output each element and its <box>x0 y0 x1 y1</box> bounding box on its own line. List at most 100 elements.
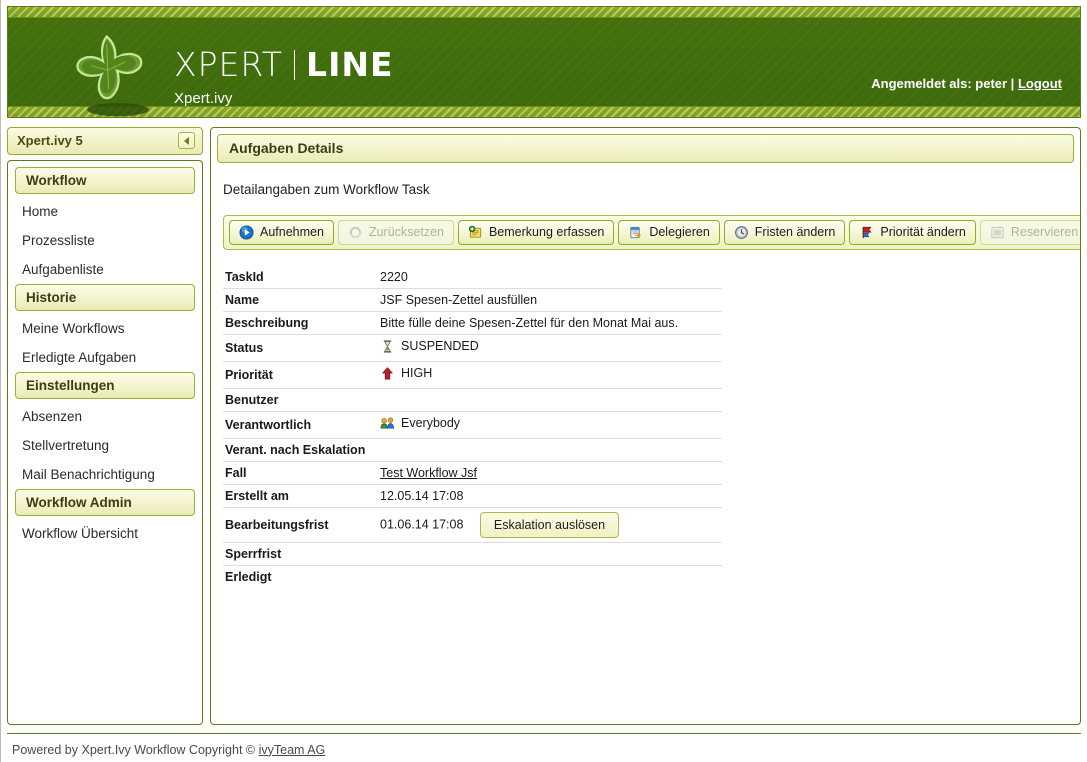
sidebar-item-erledigte-aufgaben[interactable]: Erledigte Aufgaben <box>15 343 195 372</box>
detail-value-erledigt <box>378 565 722 588</box>
logged-in-as-label: Angemeldet als: peter | <box>871 75 1015 91</box>
reset-arrows-icon <box>349 226 362 238</box>
bemerkung-erfassen-button[interactable]: Bemerkung erfassen <box>457 219 615 245</box>
page-footer: Powered by Xpert.Ivy Workflow Copyright … <box>7 732 1081 762</box>
sidebar-collapse-button[interactable] <box>178 132 195 150</box>
table-row: Erstellt am 12.05.14 17:08 <box>223 484 722 508</box>
table-row: Status SUSPENDED <box>223 334 722 362</box>
delegate-icon <box>630 226 642 238</box>
detail-value-verantwortlich-cell: Everybody <box>378 411 722 438</box>
sidebar-item-mail-benachrichtigung[interactable]: Mail Benachrichtigung <box>15 460 195 489</box>
detail-value-erstellt-am: 12.05.14 17:08 <box>380 488 464 503</box>
brand-title: XPERT LINE Xpert.ivy <box>174 45 394 107</box>
reservieren-button: Reservieren <box>979 219 1080 245</box>
reservieren-label: Reservieren <box>1010 225 1079 240</box>
login-status: Angemeldet als: peter | Logout <box>871 76 1062 91</box>
footer-text: Powered by Xpert.Ivy Workflow Copyright … <box>12 742 256 757</box>
play-circle-icon <box>239 225 254 240</box>
sidebar: Xpert.ivy 5 Workflow Home Prozessliste A… <box>7 126 203 725</box>
table-row: Benutzer <box>223 388 722 412</box>
detail-label-bearbeitungsfrist: Bearbeitungsfrist <box>225 517 329 532</box>
nav-section-workflow: Workflow <box>15 166 195 194</box>
table-row: Verant. nach Eskalation <box>223 438 722 462</box>
sidebar-title-label: Xpert.ivy 5 <box>17 133 83 149</box>
arrow-up-red-icon <box>381 366 394 380</box>
fristen-aendern-button[interactable]: Fristen ändern <box>723 219 846 245</box>
detail-value-prioritaet: HIGH <box>401 366 433 381</box>
delegieren-label: Delegieren <box>649 225 710 240</box>
sidebar-item-meine-workflows[interactable]: Meine Workflows <box>15 314 195 343</box>
header-banner: XPERT LINE Xpert.ivy Angemeldet als: pete… <box>7 6 1081 118</box>
prioritaet-aendern-button[interactable]: Priorität ändern <box>849 219 976 245</box>
zuruecksetzen-label: Zurücksetzen <box>368 225 444 240</box>
nav-section-historie: Historie <box>15 283 195 311</box>
table-row: Beschreibung Bitte fülle deine Spesen-Ze… <box>223 311 722 335</box>
page-subtitle: Detailangaben zum Workflow Task <box>223 181 430 197</box>
detail-value-benutzer <box>378 388 722 411</box>
nav-section-einstellungen: Einstellungen <box>15 371 195 399</box>
aufnehmen-button[interactable]: Aufnehmen <box>229 219 334 245</box>
detail-label-prioritaet: Priorität <box>225 367 273 382</box>
table-row: TaskId 2220 <box>223 266 722 289</box>
detail-label-verant-nach-eskalation: Verant. nach Eskalation <box>225 442 366 457</box>
table-row: Name JSF Spesen-Zettel ausfüllen <box>223 288 722 312</box>
sidebar-item-stellvertretung[interactable]: Stellvertretung <box>15 431 195 460</box>
ivy-leaf-logo <box>76 34 149 117</box>
detail-value-beschreibung: Bitte fülle deine Spesen-Zettel für den … <box>380 315 679 330</box>
detail-value-name: JSF Spesen-Zettel ausfüllen <box>380 292 538 307</box>
sidebar-header: Xpert.ivy 5 <box>7 126 203 155</box>
detail-label-name: Name <box>225 292 260 307</box>
banner-stripe-bottom <box>8 105 1080 117</box>
detail-value-status-cell: SUSPENDED <box>378 334 722 361</box>
sidebar-item-prozessliste[interactable]: Prozessliste <box>15 226 195 255</box>
table-row: Priorität HIGH <box>223 361 722 389</box>
sidebar-item-aufgabenliste[interactable]: Aufgabenliste <box>15 255 195 284</box>
chevron-left-icon <box>184 136 189 145</box>
detail-label-verantwortlich: Verantwortlich <box>225 417 312 432</box>
nav-section-workflow-admin: Workflow Admin <box>15 488 195 516</box>
brand-separator <box>294 50 296 80</box>
hourglass-icon <box>383 340 392 353</box>
table-row: Bearbeitungsfrist 01.06.14 17:08 Eskalat… <box>223 507 722 543</box>
detail-value-bearbeitungsfrist-cell: 01.06.14 17:08 Eskalation auslösen <box>378 507 722 542</box>
logout-link[interactable]: Logout <box>1018 76 1062 91</box>
detail-label-fall: Fall <box>225 465 247 480</box>
brand-secondary: LINE <box>306 45 394 84</box>
brand-subtitle: Xpert.ivy <box>174 90 233 107</box>
task-details-table: TaskId 2220 Name JSF Spesen-Zettel ausfü… <box>223 266 722 588</box>
detail-value-verant-nach-eskalation <box>378 438 722 461</box>
table-row: Verantwortlich Everybody <box>223 411 722 439</box>
note-add-icon <box>468 225 482 238</box>
detail-label-benutzer: Benutzer <box>225 392 279 407</box>
table-row: Fall Test Workflow Jsf <box>223 461 722 485</box>
body-container: Xpert.ivy 5 Workflow Home Prozessliste A… <box>5 118 1083 725</box>
task-action-toolbar: Aufnehmen Zurücksetzen Bemerkung erfasse… <box>223 214 1080 250</box>
eskalation-ausloesen-button[interactable]: Eskalation auslösen <box>479 511 620 538</box>
detail-label-beschreibung: Beschreibung <box>225 315 309 330</box>
sidebar-nav-panel: Workflow Home Prozessliste Aufgabenliste… <box>7 159 203 725</box>
detail-label-erstellt-am: Erstellt am <box>225 488 289 503</box>
detail-value-verantwortlich: Everybody <box>401 416 461 431</box>
case-link[interactable]: Test Workflow Jsf <box>380 466 477 480</box>
detail-value-taskid: 2220 <box>380 269 408 284</box>
application-window: XPERT LINE Xpert.ivy Angemeldet als: pete… <box>0 0 1087 762</box>
table-row: Erledigt <box>223 565 722 588</box>
detail-value-status: SUSPENDED <box>401 339 479 354</box>
priority-flag-icon <box>863 226 872 238</box>
detail-value-prioritaet-cell: HIGH <box>378 361 722 388</box>
sidebar-item-absenzen[interactable]: Absenzen <box>15 402 195 431</box>
clock-icon <box>734 225 748 239</box>
delegieren-button[interactable]: Delegieren <box>618 219 720 245</box>
zuruecksetzen-button: Zurücksetzen <box>337 219 454 245</box>
detail-label-status: Status <box>225 340 264 355</box>
sidebar-item-workflow-uebersicht[interactable]: Workflow Übersicht <box>15 519 195 548</box>
detail-value-fall-cell: Test Workflow Jsf <box>378 461 722 484</box>
detail-label-erledigt: Erledigt <box>225 569 272 584</box>
sidebar-item-home[interactable]: Home <box>15 197 195 226</box>
prioritaet-aendern-label: Priorität ändern <box>880 225 966 240</box>
detail-label-taskid: TaskId <box>225 269 264 284</box>
detail-value-bearbeitungsfrist: 01.06.14 17:08 <box>380 517 464 532</box>
ivyteam-link[interactable]: ivyTeam AG <box>259 743 326 757</box>
detail-value-sperrfrist <box>378 542 722 565</box>
banner-stripe-top <box>8 7 1080 18</box>
